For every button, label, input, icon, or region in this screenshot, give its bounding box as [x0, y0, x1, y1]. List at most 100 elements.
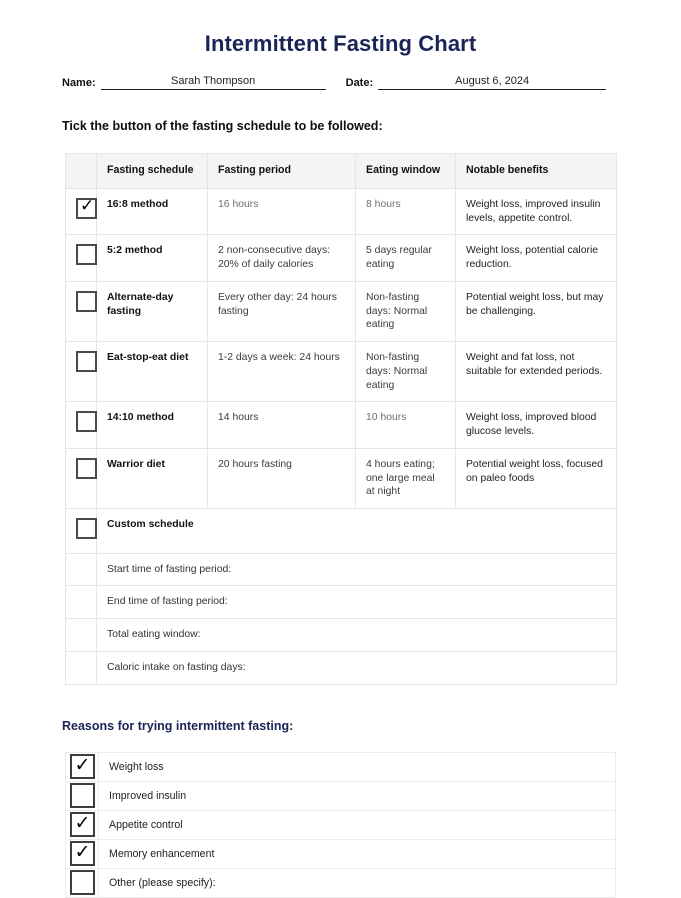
checkbox-icon[interactable] — [76, 290, 97, 312]
table-row: Warrior diet 20 hours fasting 4 hours ea… — [65, 447, 617, 509]
custom-field-caloric-intake[interactable]: Caloric intake on fasting days: — [96, 650, 617, 685]
check-mark-icon: ✓ — [74, 812, 91, 835]
schedule-checkbox-1[interactable] — [65, 234, 97, 282]
schedule-period-2: Every other day: 24 hours fasting — [207, 280, 356, 343]
fasting-schedule-table: Fasting schedule Fasting period Eating w… — [65, 153, 617, 685]
date-label: Date: — [345, 77, 374, 89]
check-mark-icon: ✓ — [80, 195, 95, 216]
reason-checkbox-1[interactable] — [65, 780, 99, 811]
schedule-period-4: 14 hours — [207, 401, 356, 449]
name-field[interactable]: Sarah Thompson — [100, 75, 326, 90]
checkbox-icon[interactable] — [76, 244, 97, 266]
list-item: Improved insulin — [65, 780, 616, 811]
checkbox-icon[interactable] — [76, 351, 97, 373]
column-header-period: Fasting period — [207, 153, 356, 189]
table-row: ✓ 16:8 method 16 hours 8 hours Weight lo… — [65, 187, 617, 236]
checkbox-icon[interactable]: ✓ — [69, 841, 95, 867]
date-field[interactable]: August 6, 2024 — [378, 75, 607, 90]
checkbox-icon[interactable] — [69, 783, 95, 809]
list-item: ✓ Appetite control — [65, 809, 616, 840]
schedule-checkbox-3[interactable] — [65, 341, 97, 403]
table-row: Eat-stop-eat diet 1-2 days a week: 24 ho… — [65, 341, 617, 403]
schedule-eating-5: 4 hours eating; one large meal at night — [355, 447, 456, 509]
schedule-period-0: 16 hours — [207, 187, 356, 236]
table-row-custom: Custom schedule — [65, 507, 617, 554]
reason-label-1: Improved insulin — [98, 780, 616, 811]
table-row-custom-field: Caloric intake on fasting days: — [65, 650, 617, 685]
schedule-name-5: Warrior diet — [96, 447, 208, 509]
column-header-benefits: Notable benefits — [455, 153, 617, 189]
list-item: ✓ Weight loss — [65, 751, 616, 782]
identity-line: Name: Sarah Thompson Date: August 6, 202… — [62, 75, 619, 90]
reason-checkbox-3[interactable]: ✓ — [65, 838, 99, 869]
custom-field-spacer — [65, 618, 97, 652]
schedule-table-body: ✓ 16:8 method 16 hours 8 hours Weight lo… — [65, 187, 617, 685]
checkbox-icon[interactable] — [76, 411, 97, 433]
custom-field-end-time[interactable]: End time of fasting period: — [96, 585, 617, 620]
table-row-custom-field: Total eating window: — [65, 618, 617, 652]
reasons-table-wrapper: ✓ Weight loss Improved insulin ✓ Appetit… — [65, 751, 616, 898]
reason-label-3: Memory enhancement — [98, 838, 616, 869]
schedule-period-1: 2 non-consecutive days: 20% of daily cal… — [207, 234, 356, 282]
schedule-eating-3: Non-fasting days: Normal eating — [355, 341, 456, 403]
table-row: Alternate-day fasting Every other day: 2… — [65, 280, 617, 343]
column-header-eating: Eating window — [355, 153, 456, 189]
schedule-checkbox-0[interactable]: ✓ — [65, 187, 97, 236]
schedule-name-0: 16:8 method — [96, 187, 208, 236]
name-label: Name: — [62, 77, 96, 89]
page-title: Intermittent Fasting Chart — [204, 31, 477, 56]
schedule-benefits-1: Weight loss, potential calorie reduction… — [455, 234, 617, 282]
schedule-benefits-0: Weight loss, improved insulin levels, ap… — [455, 187, 617, 236]
table-row: 5:2 method 2 non-consecutive days: 20% o… — [65, 234, 617, 282]
schedule-name-1: 5:2 method — [96, 234, 208, 282]
column-header-checkbox — [65, 153, 97, 189]
schedule-instruction: Tick the button of the fasting schedule … — [62, 119, 383, 133]
schedule-eating-0: 8 hours — [355, 187, 456, 236]
schedule-checkbox-2[interactable] — [65, 280, 97, 343]
checkbox-icon[interactable]: ✓ — [69, 754, 95, 780]
reasons-heading: Reasons for trying intermittent fasting: — [62, 718, 294, 733]
custom-field-spacer — [65, 552, 97, 587]
schedule-benefits-4: Weight loss, improved blood glucose leve… — [455, 401, 617, 449]
table-row: 14:10 method 14 hours 10 hours Weight lo… — [65, 401, 617, 449]
schedule-benefits-5: Potential weight loss, focused on paleo … — [455, 447, 617, 509]
checkbox-icon[interactable] — [76, 457, 97, 479]
checkbox-icon[interactable]: ✓ — [69, 812, 95, 838]
table-row-custom-field: End time of fasting period: — [65, 585, 617, 620]
reason-checkbox-4[interactable] — [65, 867, 99, 898]
custom-field-eating-window[interactable]: Total eating window: — [96, 618, 617, 652]
document-page: Intermittent Fasting Chart Name: Sarah T… — [0, 0, 681, 898]
custom-field-spacer — [65, 585, 97, 620]
check-mark-icon: ✓ — [74, 754, 91, 777]
custom-field-start-time[interactable]: Start time of fasting period: — [96, 552, 617, 587]
list-item: ✓ Memory enhancement — [65, 838, 616, 869]
schedule-eating-1: 5 days regular eating — [355, 234, 456, 282]
reason-label-0: Weight loss — [98, 751, 616, 782]
custom-schedule-label: Custom schedule — [96, 507, 617, 554]
schedule-benefits-3: Weight and fat loss, not suitable for ex… — [455, 341, 617, 403]
custom-field-spacer — [65, 650, 97, 685]
checkbox-icon[interactable] — [69, 870, 95, 896]
reason-checkbox-0[interactable]: ✓ — [65, 751, 99, 782]
schedule-eating-4: 10 hours — [355, 401, 456, 449]
schedule-name-4: 14:10 method — [96, 401, 208, 449]
schedule-period-5: 20 hours fasting — [207, 447, 356, 509]
reason-checkbox-2[interactable]: ✓ — [65, 809, 99, 840]
schedule-checkbox-4[interactable] — [65, 401, 97, 449]
custom-schedule-checkbox[interactable] — [65, 507, 97, 554]
schedule-benefits-2: Potential weight loss, but may be challe… — [455, 280, 617, 343]
schedule-name-3: Eat-stop-eat diet — [96, 341, 208, 403]
list-item: Other (please specify): — [65, 867, 616, 898]
schedule-table-wrapper: Fasting schedule Fasting period Eating w… — [65, 153, 617, 685]
table-header-row: Fasting schedule Fasting period Eating w… — [65, 153, 617, 189]
checkbox-icon[interactable]: ✓ — [76, 195, 97, 219]
schedule-checkbox-5[interactable] — [65, 447, 97, 509]
schedule-eating-2: Non-fasting days: Normal eating — [355, 280, 456, 343]
reasons-table: ✓ Weight loss Improved insulin ✓ Appetit… — [65, 751, 616, 898]
reason-label-4[interactable]: Other (please specify): — [98, 867, 616, 898]
checkbox-icon[interactable] — [76, 517, 97, 539]
reason-label-2: Appetite control — [98, 809, 616, 840]
schedule-name-2: Alternate-day fasting — [96, 280, 208, 343]
column-header-schedule: Fasting schedule — [96, 153, 208, 189]
reasons-table-body: ✓ Weight loss Improved insulin ✓ Appetit… — [65, 751, 616, 898]
